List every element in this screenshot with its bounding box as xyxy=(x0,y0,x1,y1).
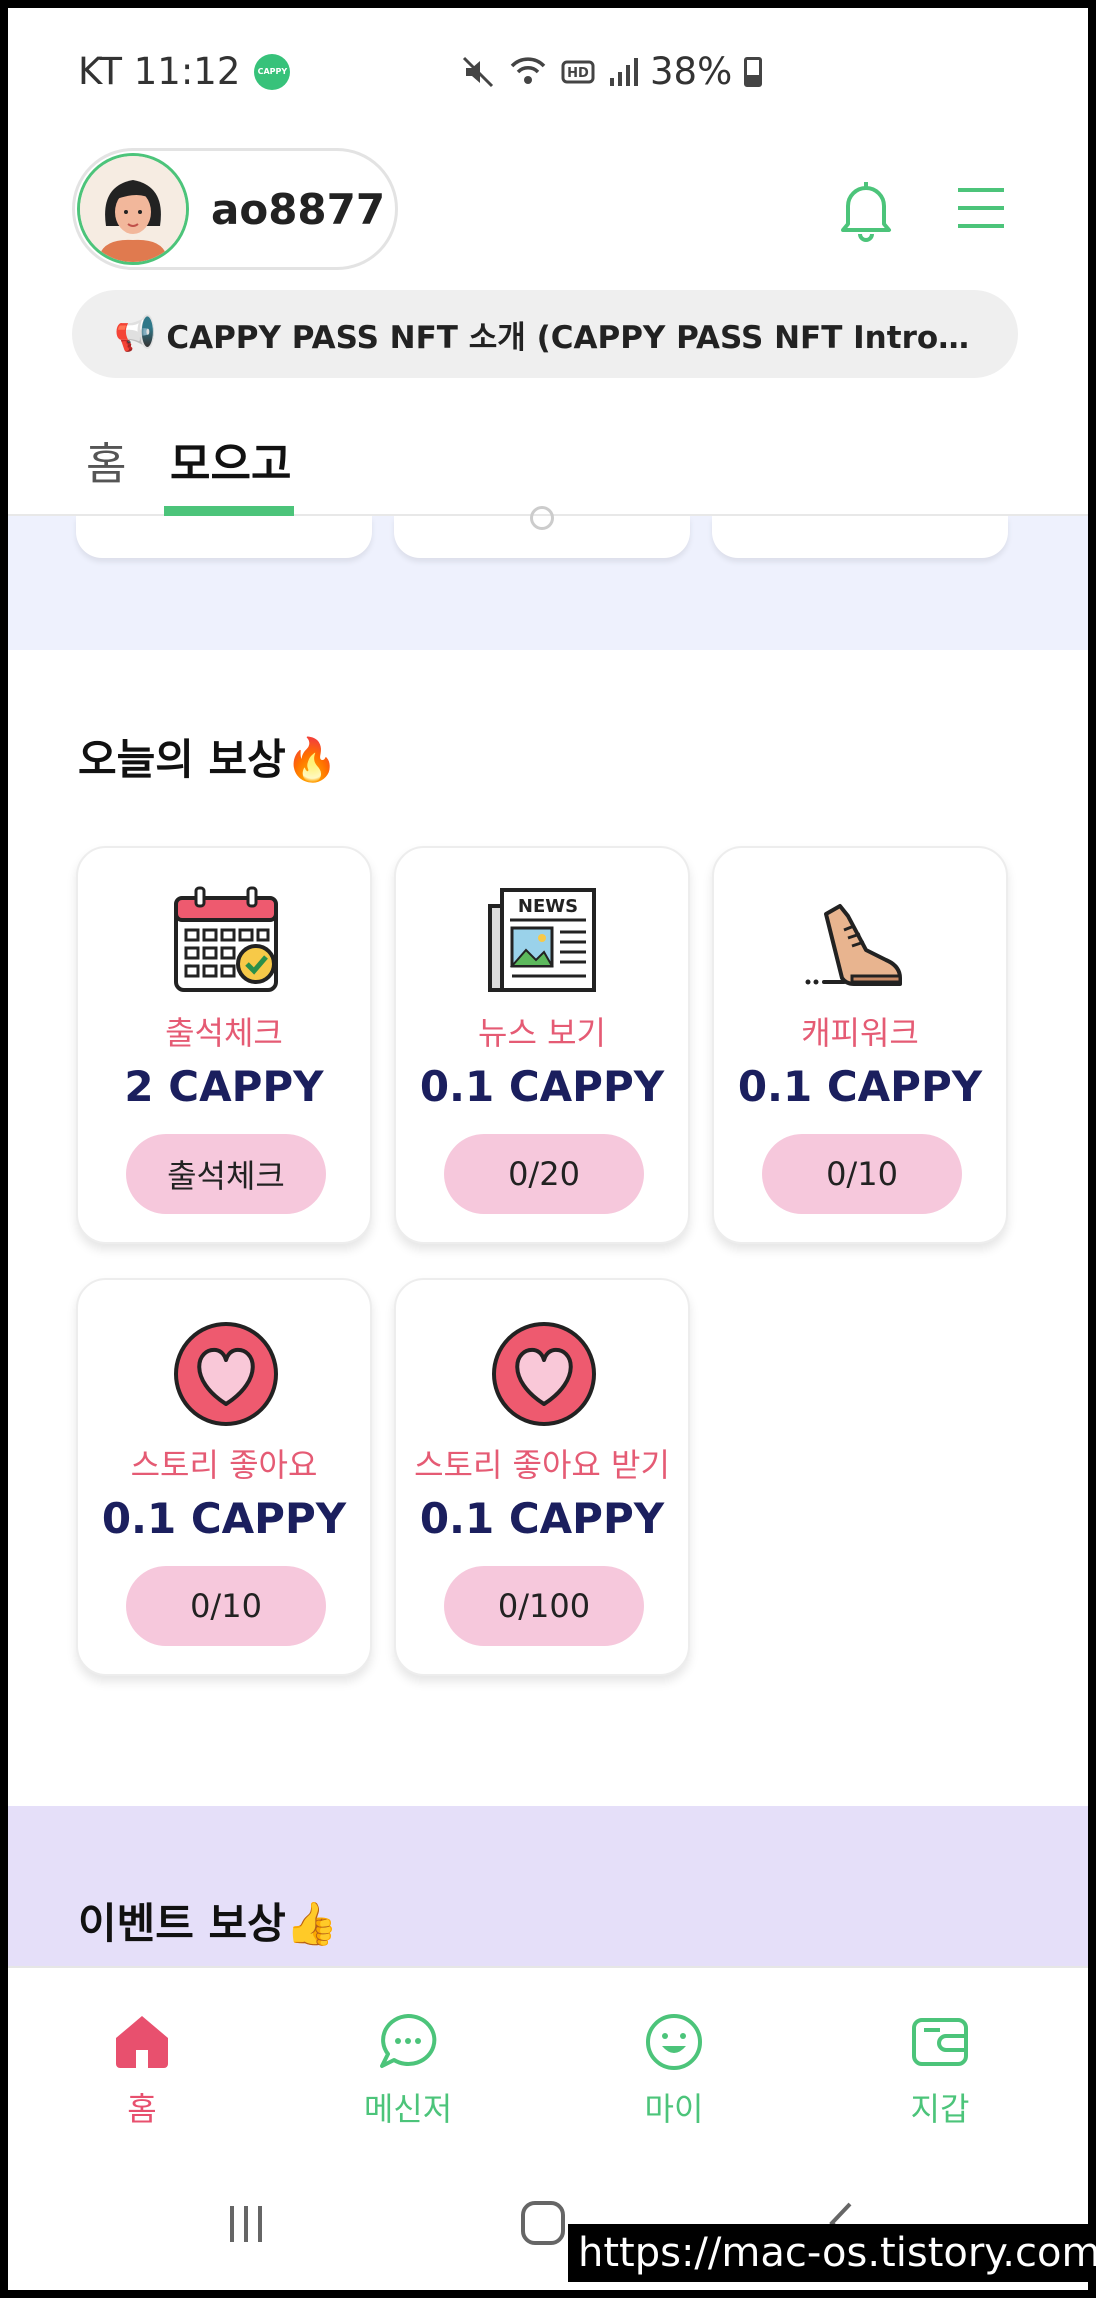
reward-amount: 2 CAPPY xyxy=(124,1062,324,1111)
username: ao8877 xyxy=(211,184,386,234)
tab-home[interactable]: 홈 xyxy=(86,428,126,492)
reward-amount: 0.1 CAPPY xyxy=(737,1062,983,1111)
battery-icon xyxy=(744,56,763,87)
heart-icon xyxy=(492,1322,596,1426)
menu-icon[interactable] xyxy=(956,186,1006,230)
nav-my-label: 마이 xyxy=(644,2090,704,2128)
reward-amount: 0.1 CAPPY xyxy=(419,1062,665,1111)
attendance-check-button[interactable]: 출석체크 xyxy=(126,1134,326,1214)
active-tab-indicator xyxy=(164,506,294,516)
previous-section-band xyxy=(8,506,1088,650)
reward-card-news: NEWS 뉴스 보기 0.1 CAPPY 0/20 xyxy=(394,846,690,1244)
story-like-progress-button[interactable]: 0/10 xyxy=(126,1566,326,1646)
carrier-time: KT 11:12 xyxy=(78,50,241,93)
story-like-received-progress-button[interactable]: 0/100 xyxy=(444,1566,644,1646)
notice-text: CAPPY PASS NFT 소개 (CAPPY PASS NFT Introd… xyxy=(166,319,978,356)
heart-icon xyxy=(174,1322,278,1426)
nav-home[interactable]: 홈 xyxy=(42,1968,242,2138)
nav-messenger-label: 메신저 xyxy=(363,2090,453,2128)
tab-moeugo[interactable]: 모으고 xyxy=(170,428,291,492)
svg-text:NEWS: NEWS xyxy=(518,896,578,917)
status-bar: KT 11:12 CAPPY HD 38% xyxy=(8,8,1088,138)
reward-label: 캐피워크 xyxy=(801,1014,919,1052)
status-left: KT 11:12 CAPPY xyxy=(78,50,291,93)
event-rewards-section: 이벤트 보상👍 xyxy=(8,1806,1088,1990)
watermark: https://mac-os.tistory.com xyxy=(568,2224,1096,2282)
partial-card[interactable] xyxy=(76,516,372,558)
partial-card[interactable] xyxy=(394,506,690,558)
reward-card-story-like: 스토리 좋아요 0.1 CAPPY 0/10 xyxy=(76,1278,372,1676)
bell-icon[interactable] xyxy=(838,178,894,242)
partial-card[interactable] xyxy=(712,516,1008,558)
nav-messenger[interactable]: 메신저 xyxy=(308,1968,508,2138)
signal-icon xyxy=(610,57,638,86)
nav-wallet[interactable]: 지갑 xyxy=(840,1968,1040,2138)
wifi-icon xyxy=(510,56,546,84)
profile-pill[interactable]: ao8877 xyxy=(72,148,398,270)
recents-icon[interactable] xyxy=(226,2204,266,2244)
news-icon: NEWS xyxy=(488,888,596,992)
cappywalk-progress-button[interactable]: 0/10 xyxy=(762,1134,962,1214)
news-progress-button[interactable]: 0/20 xyxy=(444,1134,644,1214)
reward-card-attendance: 출석체크 2 CAPPY 출석체크 xyxy=(76,846,372,1244)
svg-text:HD: HD xyxy=(567,66,589,81)
battery-percent: 38% xyxy=(650,50,733,93)
home-button-icon[interactable] xyxy=(520,2200,566,2246)
reward-amount: 0.1 CAPPY xyxy=(101,1494,347,1543)
notice-bar[interactable]: 📢 CAPPY PASS NFT 소개 (CAPPY PASS NFT Intr… xyxy=(72,290,1018,378)
reward-label: 출석체크 xyxy=(165,1014,283,1052)
nav-my[interactable]: 마이 xyxy=(574,1968,774,2138)
reward-amount: 0.1 CAPPY xyxy=(419,1494,665,1543)
reward-card-story-like-received: 스토리 좋아요 받기 0.1 CAPPY 0/100 xyxy=(394,1278,690,1676)
nav-wallet-label: 지갑 xyxy=(910,2090,970,2128)
today-rewards-title: 오늘의 보상🔥 xyxy=(78,735,339,784)
avatar-illustration-icon xyxy=(80,156,186,262)
reward-card-cappywalk: 캐피워크 0.1 CAPPY 0/10 xyxy=(712,846,1008,1244)
bottom-nav: 홈 메신저 마이 지갑 xyxy=(8,1966,1088,2136)
cappy-app-icon: CAPPY xyxy=(254,53,291,90)
phone-screen: KT 11:12 CAPPY HD 38% ao8877 📢 CAPPY PAS… xyxy=(8,8,1088,2290)
reward-label: 뉴스 보기 xyxy=(478,1014,606,1052)
megaphone-icon: 📢 xyxy=(114,314,157,354)
calendar-check-icon xyxy=(174,886,278,992)
home-icon xyxy=(116,2016,168,2068)
partial-card-icon xyxy=(530,506,554,530)
smile-icon xyxy=(646,2014,702,2070)
reward-label: 스토리 좋아요 받기 xyxy=(414,1446,670,1484)
hd-icon: HD xyxy=(561,60,595,83)
chat-icon xyxy=(380,2013,437,2068)
tab-bar: 홈 모으고 xyxy=(8,408,1088,516)
sneaker-icon xyxy=(805,904,902,986)
wallet-icon xyxy=(912,2018,968,2066)
event-rewards-title: 이벤트 보상👍 xyxy=(78,1899,339,1948)
avatar xyxy=(77,153,189,265)
reward-label: 스토리 좋아요 xyxy=(130,1446,318,1484)
status-right: HD 38% xyxy=(460,50,763,93)
nav-home-label: 홈 xyxy=(127,2090,157,2128)
mute-icon xyxy=(462,56,494,87)
